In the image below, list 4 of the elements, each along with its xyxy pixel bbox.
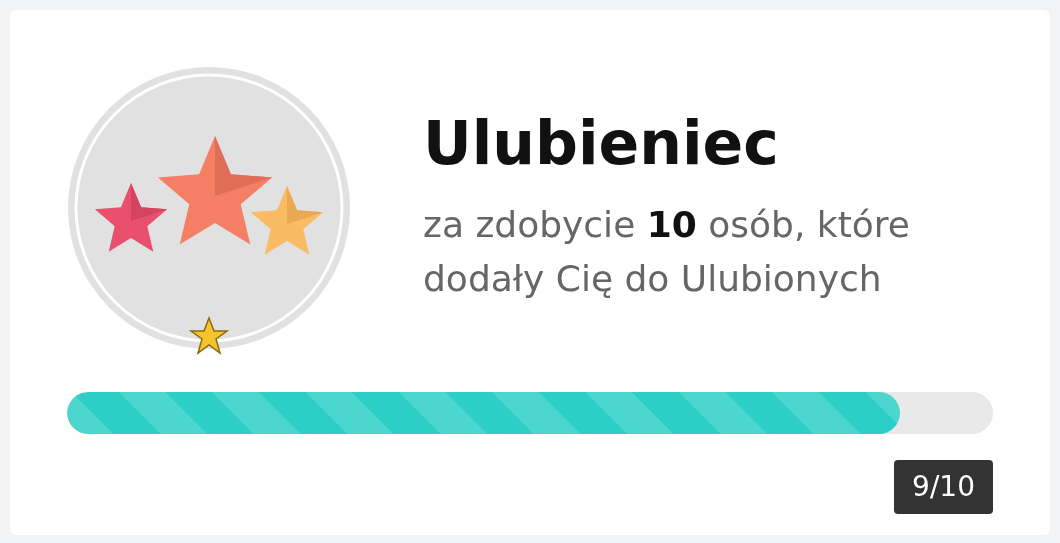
badge-title: Ulubieniec (423, 110, 780, 176)
badge-description: za zdobycie 10 osób, które dodały Cię do Ulubionych (423, 203, 911, 301)
progress-tooltip: 9/10 (894, 460, 993, 514)
star-icon (189, 316, 229, 356)
